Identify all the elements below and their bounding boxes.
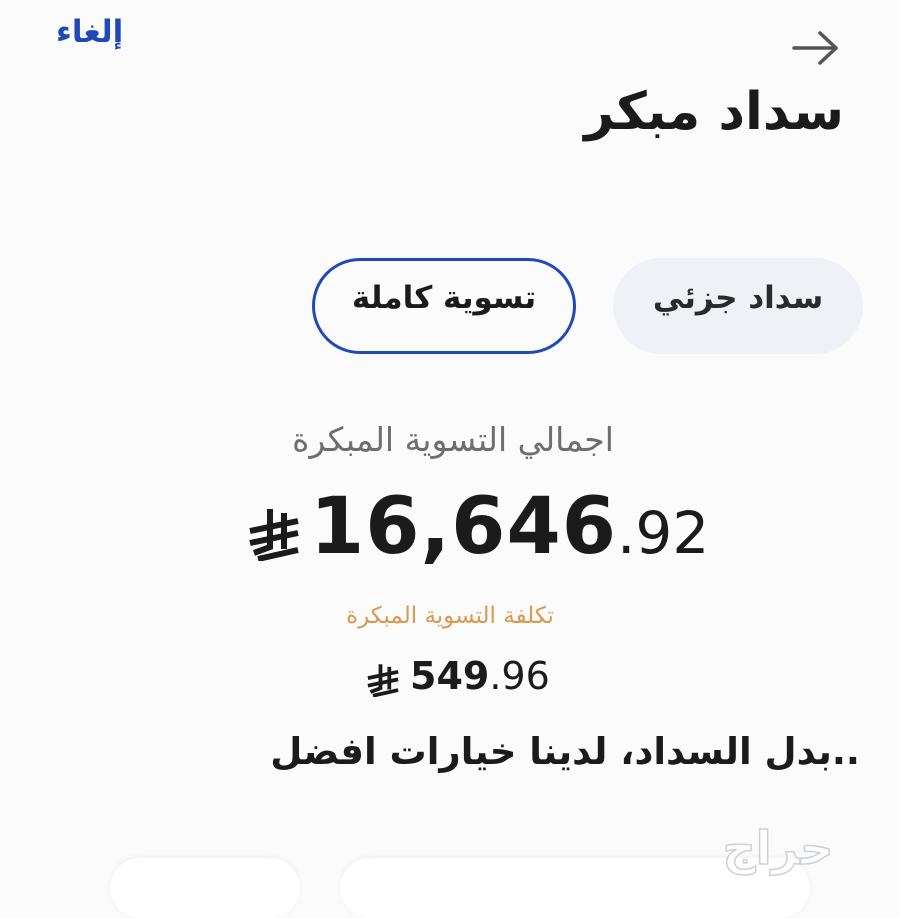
cost-amount-integer: 549 (410, 654, 490, 698)
total-settlement-amount: 16,646 .92 (248, 482, 709, 572)
saudi-riyal-icon (249, 509, 299, 561)
cost-amount-decimal: .96 (489, 654, 550, 698)
total-amount-decimal: .92 (617, 499, 710, 567)
settlement-cost-label: تكلفة التسوية المبكرة (346, 603, 554, 629)
page-title: سداد مبكر (584, 82, 844, 142)
cancel-button[interactable]: إلغاء (56, 14, 123, 50)
settlement-cost-amount: 549 .96 (366, 654, 550, 698)
arrow-right-icon[interactable] (790, 28, 842, 68)
total-amount-integer: 16,646 (310, 482, 617, 572)
tab-full-settlement[interactable]: تسوية كاملة (312, 258, 576, 354)
tab-partial-payment[interactable]: سداد جزئي (613, 258, 863, 354)
tab-partial-payment-label: سداد جزئي (652, 280, 824, 316)
total-settlement-label: اجمالي التسوية المبكرة (292, 420, 614, 459)
overlay-caption: ..بدل السداد، لدينا خيارات افضل (270, 730, 860, 773)
haraj-watermark-logo: حراج (722, 820, 834, 876)
bottom-card-left (110, 858, 300, 918)
svg-text:حراج: حراج (723, 821, 834, 875)
tab-full-settlement-label: تسوية كاملة (351, 280, 537, 316)
saudi-riyal-icon (367, 664, 399, 697)
